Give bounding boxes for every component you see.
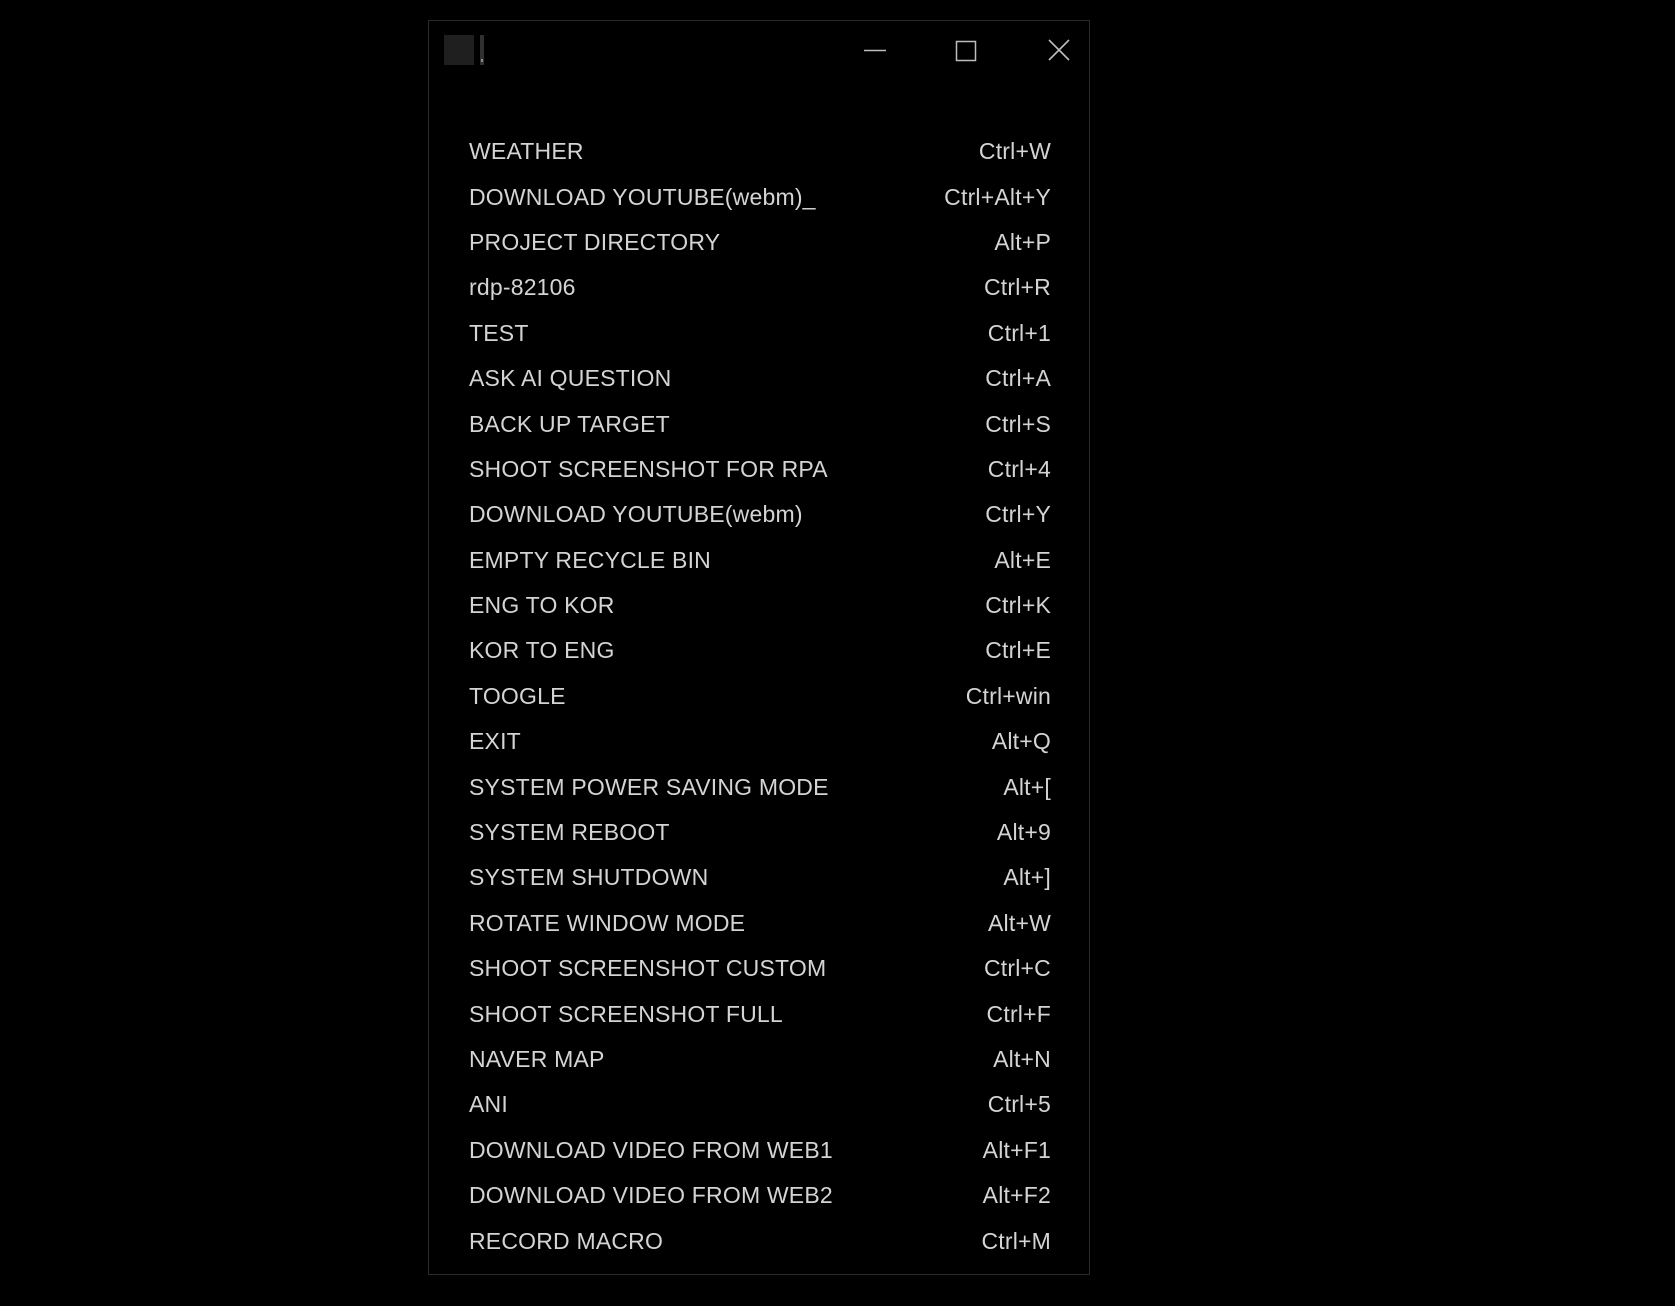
menu-item-screenshot-rpa[interactable]: SHOOT SCREENSHOT FOR RPA Ctrl+4 (469, 447, 1051, 492)
menu-item-download-youtube-webm[interactable]: DOWNLOAD YOUTUBE(webm) Ctrl+Y (469, 492, 1051, 537)
menu-item-label: DOWNLOAD VIDEO FROM WEB1 (469, 1136, 833, 1163)
menu-item-shortcut: Alt+[ (1003, 773, 1051, 800)
menu-item-label: ENG TO KOR (469, 592, 615, 619)
menu-item-eng-to-kor[interactable]: ENG TO KOR Ctrl+K (469, 583, 1051, 628)
menu-item-shortcut: Ctrl+F (986, 1000, 1051, 1027)
menu-item-shortcut: Ctrl+5 (987, 1091, 1051, 1118)
menu-item-shortcut: Ctrl+W (978, 138, 1051, 165)
menu-item-label: WEATHER (469, 138, 584, 165)
maximize-button[interactable] (939, 31, 993, 71)
menu-item-label: DOWNLOAD VIDEO FROM WEB2 (469, 1182, 833, 1209)
menu-item-label: ANI (469, 1091, 508, 1118)
menu-item-label: SHOOT SCREENSHOT CUSTOM (469, 955, 827, 982)
menu-item-weather[interactable]: WEATHER Ctrl+W (469, 129, 1051, 174)
menu-item-system-reboot[interactable]: SYSTEM REBOOT Alt+9 (469, 810, 1051, 855)
menu-item-shortcut: Ctrl+E (985, 637, 1051, 664)
maximize-icon (955, 40, 977, 62)
menu-item-label: SHOOT SCREENSHOT FULL (469, 1000, 783, 1027)
menu-item-label: SHOOT SCREENSHOT FOR RPA (469, 455, 828, 482)
menu-item-system-shutdown[interactable]: SYSTEM SHUTDOWN Alt+] (469, 855, 1051, 900)
menu-item-shortcut: Ctrl+M (981, 1227, 1051, 1254)
menu-item-shortcut: Alt+F2 (982, 1182, 1051, 1209)
menu-item-label: EMPTY RECYCLE BIN (469, 546, 711, 573)
menu-item-download-youtube-webm-alt[interactable]: DOWNLOAD YOUTUBE(webm)_ Ctrl+Alt+Y (469, 174, 1051, 219)
close-icon (1048, 39, 1070, 61)
menu-item-power-saving[interactable]: SYSTEM POWER SAVING MODE Alt+[ (469, 764, 1051, 809)
menu-item-label: ASK AI QUESTION (469, 365, 672, 392)
menu-item-record-macro[interactable]: RECORD MACRO Ctrl+M (469, 1218, 1051, 1263)
menu-item-project-directory[interactable]: PROJECT DIRECTORY Alt+P (469, 220, 1051, 265)
menu-item-shortcut: Ctrl+K (985, 592, 1051, 619)
menu-item-label: SYSTEM REBOOT (469, 819, 670, 846)
menu-item-shortcut: Ctrl+R (983, 274, 1051, 301)
menu-item-shortcut: Alt+9 (996, 819, 1051, 846)
menu-item-shortcut: Ctrl+S (985, 410, 1051, 437)
menu-item-shortcut: Alt+E (994, 546, 1051, 573)
menu-item-ani[interactable]: ANI Ctrl+5 (469, 1082, 1051, 1127)
menu-item-label: RECORD MACRO (469, 1227, 664, 1254)
menu-item-shortcut: Alt+W (988, 909, 1051, 936)
menu-item-shortcut: Ctrl+Y (985, 501, 1051, 528)
menu-item-rdp[interactable]: rdp-82106 Ctrl+R (469, 265, 1051, 310)
app-icon (444, 35, 474, 65)
menu-item-label: SYSTEM SHUTDOWN (469, 864, 709, 891)
menu-item-label: KOR TO ENG (469, 637, 615, 664)
menu-item-shortcut: Alt+N (993, 1046, 1051, 1072)
menu-item-shortcut: Alt+] (1003, 864, 1051, 891)
menu-item-shortcut: Ctrl+Alt+Y (944, 183, 1051, 210)
menu-item-download-video-web2[interactable]: DOWNLOAD VIDEO FROM WEB2 Alt+F2 (469, 1173, 1051, 1218)
close-button[interactable] (1032, 31, 1086, 71)
menu-item-kor-to-eng[interactable]: KOR TO ENG Ctrl+E (469, 628, 1051, 673)
menu-item-label: DOWNLOAD YOUTUBE(webm) (469, 501, 803, 528)
menu-item-download-video-web1[interactable]: DOWNLOAD VIDEO FROM WEB1 Alt+F1 (469, 1128, 1051, 1173)
menu-item-toogle[interactable]: TOOGLE Ctrl+win (469, 674, 1051, 719)
menu-item-shortcut: Ctrl+win (965, 682, 1051, 709)
menu-item-label: TOOGLE (469, 682, 566, 709)
menu-item-shortcut: Ctrl+C (983, 955, 1051, 982)
menu-item-label: EXIT (469, 728, 521, 755)
app-icon-dot (481, 59, 483, 62)
menu-item-ask-ai-question[interactable]: ASK AI QUESTION Ctrl+A (469, 356, 1051, 401)
menu-item-back-up-target[interactable]: BACK UP TARGET Ctrl+S (469, 401, 1051, 446)
title-bar[interactable] (429, 21, 1089, 79)
minimize-icon (864, 49, 886, 52)
menu-item-shortcut: Alt+F1 (982, 1136, 1051, 1163)
menu-item-test[interactable]: TEST Ctrl+1 (469, 311, 1051, 356)
menu-item-naver-map[interactable]: NAVER MAP Alt+N (469, 1037, 1051, 1082)
menu-item-rotate-window[interactable]: ROTATE WINDOW MODE Alt+W (469, 901, 1051, 946)
menu-item-label: BACK UP TARGET (469, 410, 670, 437)
menu-item-label: ROTATE WINDOW MODE (469, 909, 746, 936)
menu-item-shortcut: Alt+P (994, 228, 1051, 255)
minimize-button[interactable] (848, 31, 902, 71)
menu-item-shortcut: Ctrl+1 (987, 319, 1051, 346)
menu-item-shortcut: Ctrl+A (985, 365, 1051, 392)
menu-item-label: PROJECT DIRECTORY (469, 228, 721, 255)
menu-item-label: rdp-82106 (469, 274, 576, 301)
menu-item-shortcut: Alt+Q (991, 728, 1051, 755)
menu-item-label: SYSTEM POWER SAVING MODE (469, 773, 829, 800)
shortcut-menu: WEATHER Ctrl+W DOWNLOAD YOUTUBE(webm)_ C… (469, 129, 1051, 1264)
menu-item-screenshot-full[interactable]: SHOOT SCREENSHOT FULL Ctrl+F (469, 991, 1051, 1036)
menu-item-label: DOWNLOAD YOUTUBE(webm)_ (469, 183, 816, 210)
menu-item-shortcut: Ctrl+4 (987, 455, 1051, 482)
menu-item-exit[interactable]: EXIT Alt+Q (469, 719, 1051, 764)
menu-item-empty-recycle-bin[interactable]: EMPTY RECYCLE BIN Alt+E (469, 538, 1051, 583)
menu-item-label: TEST (469, 319, 529, 346)
menu-item-label: NAVER MAP (469, 1046, 605, 1072)
menu-item-screenshot-custom[interactable]: SHOOT SCREENSHOT CUSTOM Ctrl+C (469, 946, 1051, 991)
app-window: WEATHER Ctrl+W DOWNLOAD YOUTUBE(webm)_ C… (428, 20, 1090, 1275)
